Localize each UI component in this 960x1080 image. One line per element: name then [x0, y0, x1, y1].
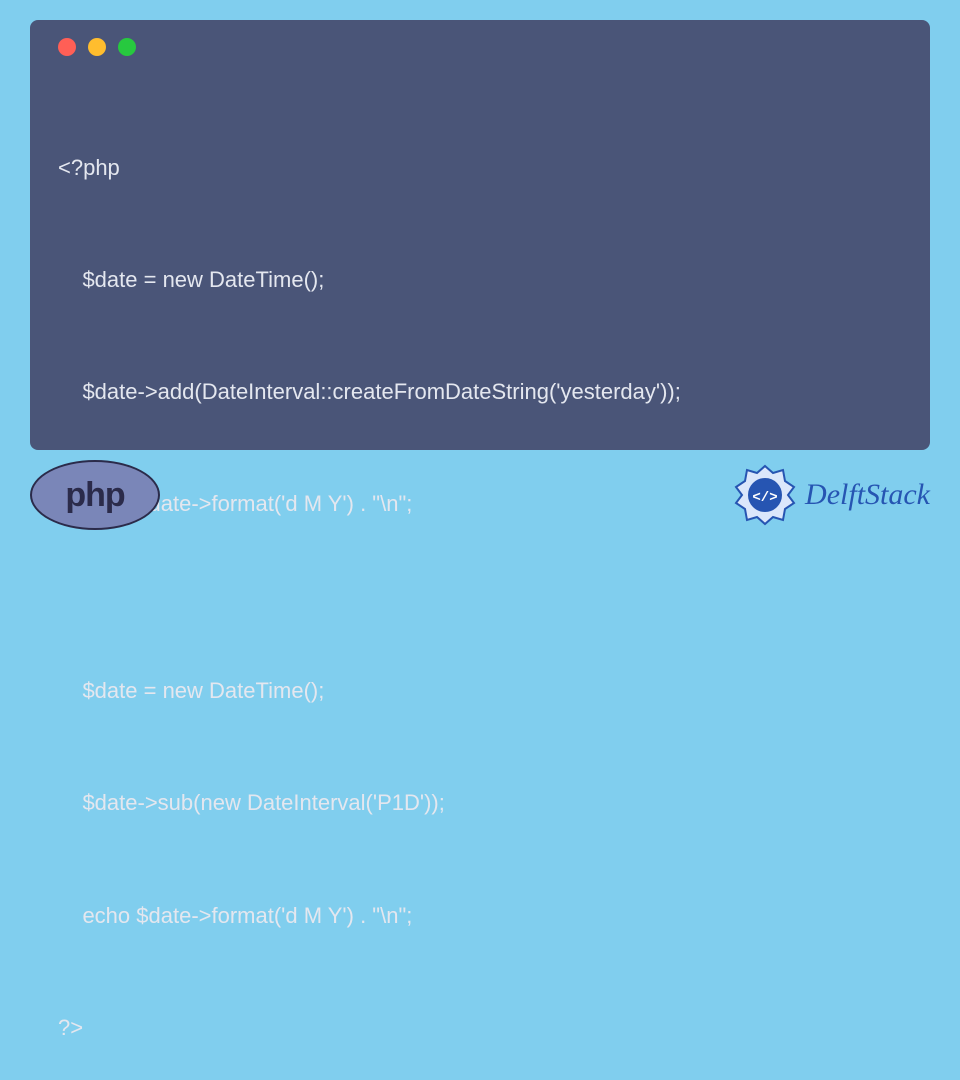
window-titlebar — [58, 38, 902, 56]
maximize-icon — [118, 38, 136, 56]
brand-icon: </> — [733, 463, 797, 527]
code-block: <?php $date = new DateTime(); $date->add… — [58, 74, 902, 1080]
code-line: $date = new DateTime(); — [58, 261, 902, 298]
code-line: $date->sub(new DateInterval('P1D')); — [58, 784, 902, 821]
code-line: echo $date->format('d M Y') . "\n"; — [58, 897, 902, 934]
brand: </> DelftStack — [733, 463, 930, 527]
code-line: ?> — [58, 1009, 902, 1046]
code-line: <?php — [58, 149, 902, 186]
php-logo: php — [30, 460, 160, 530]
brand-text: DelftStack — [805, 478, 930, 512]
php-logo-text: php — [65, 476, 124, 515]
code-line: $date = new DateTime(); — [58, 672, 902, 709]
close-icon — [58, 38, 76, 56]
code-window: <?php $date = new DateTime(); $date->add… — [30, 20, 930, 450]
footer: php </> DelftStack — [0, 460, 960, 540]
svg-text:</>: </> — [752, 490, 777, 506]
code-line: $date->add(DateInterval::createFromDateS… — [58, 373, 902, 410]
minimize-icon — [88, 38, 106, 56]
